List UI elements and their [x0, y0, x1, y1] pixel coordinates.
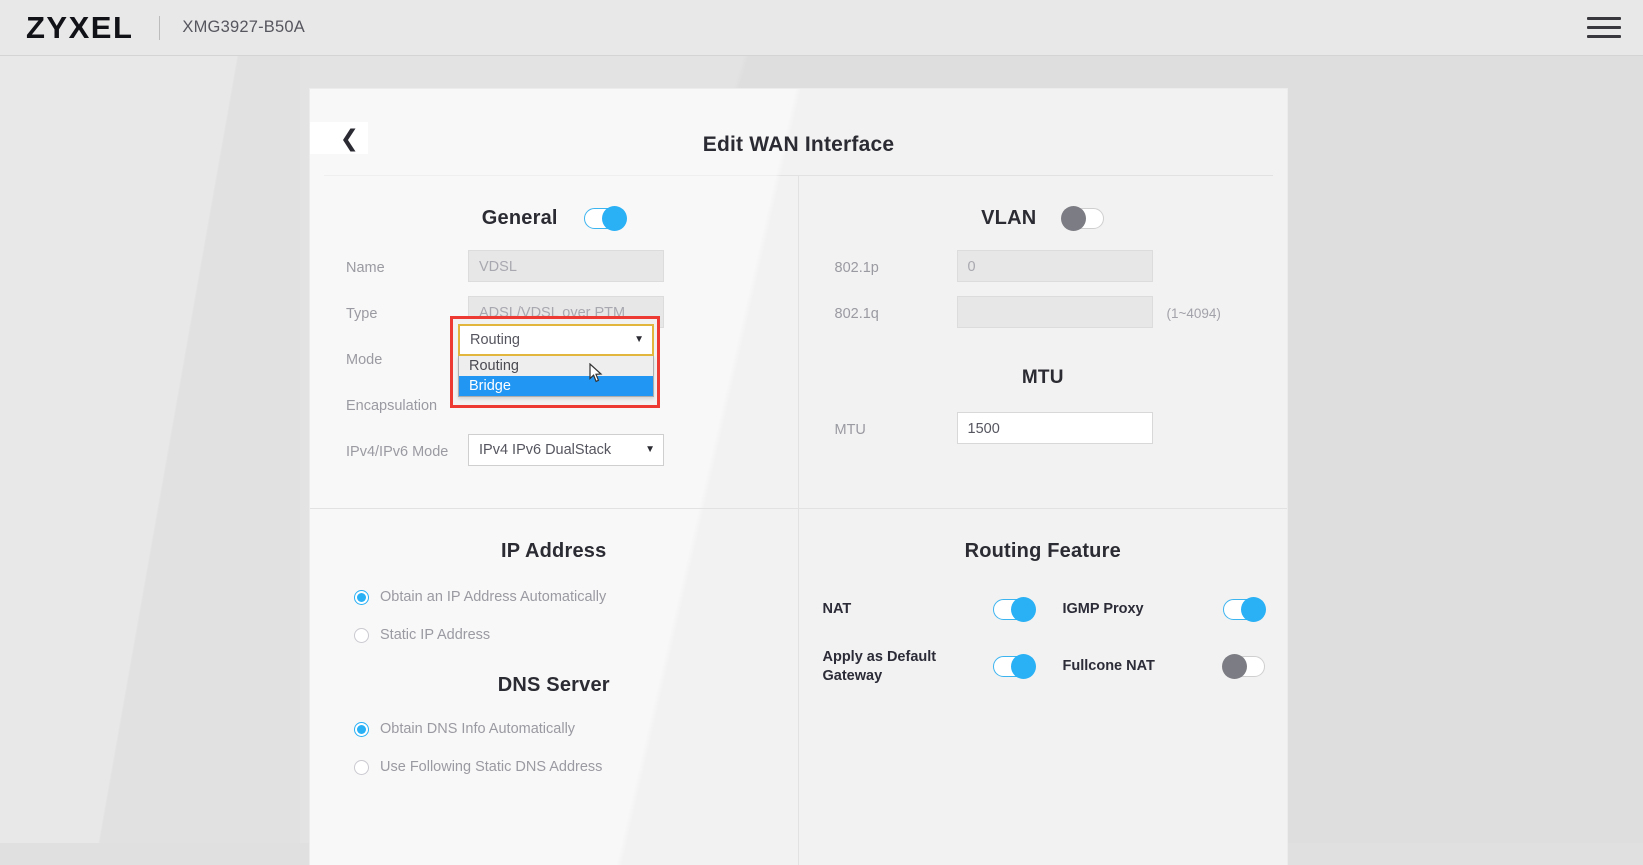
dot1p-label: 802.1p	[834, 260, 879, 276]
radio-static-dns[interactable]: Use Following Static DNS Address	[354, 759, 798, 775]
mtu-input[interactable]: 1500	[956, 412, 1153, 444]
igmp-proxy-label: IGMP Proxy	[1062, 601, 1144, 618]
general-enable-toggle[interactable]	[583, 205, 627, 231]
radio-obtain-ip-auto[interactable]: Obtain an IP Address Automatically	[354, 589, 798, 605]
name-label: Name	[346, 260, 385, 276]
fullcone-nat-label: Fullcone NAT	[1062, 658, 1155, 675]
chevron-down-icon: ▼	[645, 444, 655, 455]
fullcone-nat-toggle[interactable]	[1221, 654, 1265, 680]
routing-feature-section: Routing Feature NAT IGMP Proxy Apply as …	[799, 509, 1288, 865]
field-8021q: 802.1q (1~4094)	[799, 296, 1288, 332]
top-bar: ZYXEL XMG3927-B50A	[0, 0, 1643, 55]
vlan-enable-toggle[interactable]	[1061, 205, 1105, 231]
radio-label: Use Following Static DNS Address	[380, 759, 603, 775]
mode-dropdown-list[interactable]: Routing Bridge	[458, 356, 654, 397]
routing-feature-title: Routing Feature	[964, 539, 1121, 562]
edit-wan-interface-card: ❮ Edit WAN Interface General Name VDSL T…	[310, 89, 1287, 865]
ip-mode-select-value: IPv4 IPv6 DualStack	[479, 442, 612, 458]
nat-label: NAT	[822, 601, 852, 618]
radio-indicator	[354, 589, 369, 605]
field-name: Name VDSL	[310, 250, 798, 286]
row-ip-routing: IP Address Obtain an IP Address Automati…	[310, 508, 1287, 865]
mode-select-value: Routing	[470, 332, 520, 348]
mode-select[interactable]: Routing ▼	[458, 324, 654, 356]
page-title: Edit WAN Interface	[702, 133, 895, 156]
field-ip-mode: IPv4/IPv6 Mode IPv4 IPv6 DualStack ▼	[310, 434, 798, 470]
mode-option-routing[interactable]: Routing	[459, 356, 653, 376]
field-mtu: MTU 1500	[799, 412, 1288, 448]
vlan-title: VLAN	[981, 206, 1037, 229]
vlan-header: VLAN	[799, 198, 1288, 238]
radio-label: Static IP Address	[380, 627, 491, 643]
default-gateway-toggle[interactable]	[992, 654, 1036, 680]
mtu-title: MTU	[1021, 367, 1064, 388]
igmp-proxy-toggle[interactable]	[1222, 597, 1266, 622]
ip-address-title: IP Address	[501, 539, 607, 562]
radio-obtain-dns-auto[interactable]: Obtain DNS Info Automatically	[354, 721, 798, 737]
nat-toggle[interactable]	[992, 597, 1036, 622]
logo-divider	[159, 15, 161, 40]
dot1q-input[interactable]	[956, 296, 1153, 328]
radio-label: Obtain DNS Info Automatically	[380, 721, 576, 737]
card-header: ❮ Edit WAN Interface	[310, 89, 1287, 175]
ip-mode-select[interactable]: IPv4 IPv6 DualStack ▼	[468, 434, 664, 466]
zyxel-logo: ZYXEL	[26, 9, 134, 45]
mode-option-bridge[interactable]: Bridge	[459, 376, 653, 396]
radio-indicator	[354, 759, 369, 775]
device-model-label: XMG3927-B50A	[182, 18, 305, 36]
chevron-down-icon: ▼	[634, 334, 644, 345]
radio-static-ip[interactable]: Static IP Address	[354, 627, 798, 643]
mtu-label: MTU	[834, 422, 866, 438]
general-header: General	[310, 198, 798, 238]
radio-label: Obtain an IP Address Automatically	[380, 589, 607, 605]
general-title: General	[481, 206, 558, 229]
mode-dropdown-highlight: Routing ▼ Routing Bridge	[450, 316, 660, 408]
radio-indicator	[354, 627, 369, 643]
dot1q-range-hint: (1~4094)	[1166, 306, 1221, 321]
field-8021p: 802.1p 0	[799, 250, 1288, 286]
dot1p-input[interactable]: 0	[956, 250, 1153, 282]
vlan-section: VLAN 802.1p 0 802.1q (1~4094) MTU MTU 15…	[799, 176, 1288, 508]
ip-mode-label: IPv4/IPv6 Mode	[346, 444, 449, 460]
mtu-header: MTU	[799, 358, 1288, 398]
routing-feature-grid: NAT IGMP Proxy Apply as Default Gateway …	[822, 597, 1288, 686]
hamburger-icon[interactable]	[1587, 15, 1621, 41]
dot1q-label: 802.1q	[834, 306, 879, 322]
radio-indicator	[354, 721, 369, 737]
default-gateway-label: Apply as Default Gateway	[822, 649, 937, 684]
name-input[interactable]: VDSL	[468, 250, 664, 282]
dns-server-title: DNS Server	[497, 673, 610, 696]
ip-address-header: IP Address	[310, 531, 798, 571]
ip-address-section: IP Address Obtain an IP Address Automati…	[310, 509, 799, 865]
dns-server-header: DNS Server	[310, 665, 798, 705]
routing-feature-header: Routing Feature	[799, 531, 1288, 571]
